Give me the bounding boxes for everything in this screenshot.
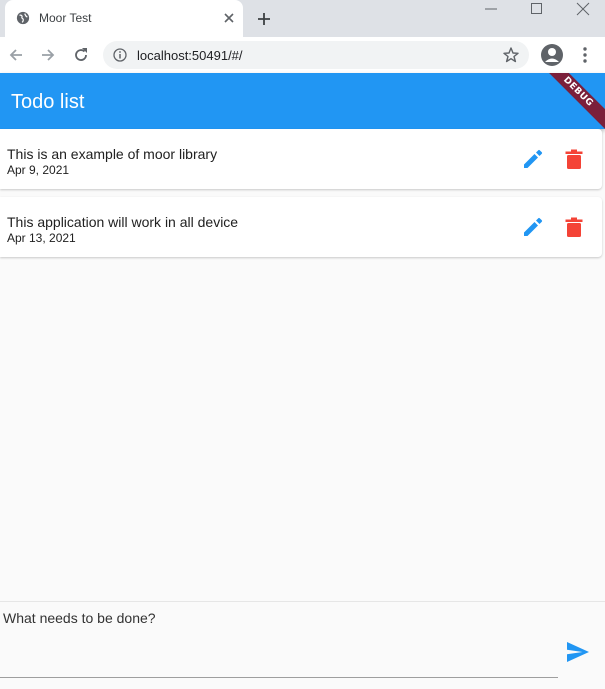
close-window-icon[interactable]	[576, 2, 590, 16]
delete-trash-icon[interactable]	[564, 149, 584, 170]
debug-banner: DEBUG	[534, 73, 605, 129]
browser-toolbar: localhost:50491/#/	[0, 37, 605, 73]
address-bar[interactable]: localhost:50491/#/	[103, 41, 529, 69]
profile-avatar-icon[interactable]	[540, 43, 564, 67]
more-vert-icon[interactable]	[577, 46, 593, 64]
forward-arrow-icon[interactable]	[39, 46, 57, 64]
todo-item[interactable]: This is an example of moor library Apr 9…	[0, 129, 602, 189]
browser-tab[interactable]: Moor Test	[5, 0, 243, 37]
close-tab-icon[interactable]	[222, 11, 236, 25]
todo-date: Apr 9, 2021	[7, 163, 70, 177]
back-arrow-icon[interactable]	[7, 46, 25, 64]
todo-date: Apr 13, 2021	[7, 231, 76, 245]
maximize-icon[interactable]	[530, 2, 544, 16]
url-text[interactable]: localhost:50491/#/	[137, 48, 243, 63]
bookmark-star-icon[interactable]	[502, 46, 520, 64]
edit-pencil-icon[interactable]	[522, 148, 544, 170]
reload-icon[interactable]	[72, 46, 90, 64]
todo-input-container	[0, 610, 558, 678]
browser-tab-bar: Moor Test	[0, 0, 605, 37]
edit-pencil-icon[interactable]	[522, 216, 544, 238]
info-icon[interactable]	[113, 48, 127, 62]
delete-trash-icon[interactable]	[564, 217, 584, 238]
todo-composer	[0, 601, 605, 689]
app-bar: Todo list DEBUG	[0, 73, 605, 129]
page-title: Todo list	[11, 91, 85, 113]
minimize-icon[interactable]	[484, 2, 498, 16]
globe-icon	[16, 11, 30, 25]
tab-title: Moor Test	[39, 11, 92, 25]
send-icon[interactable]	[566, 641, 590, 663]
todo-title: This application will work in all device	[7, 214, 239, 230]
todo-input[interactable]	[3, 610, 553, 670]
todo-title: This is an example of moor library	[7, 146, 218, 162]
new-tab-icon[interactable]	[256, 11, 272, 27]
todo-item[interactable]: This application will work in all device…	[0, 197, 602, 257]
